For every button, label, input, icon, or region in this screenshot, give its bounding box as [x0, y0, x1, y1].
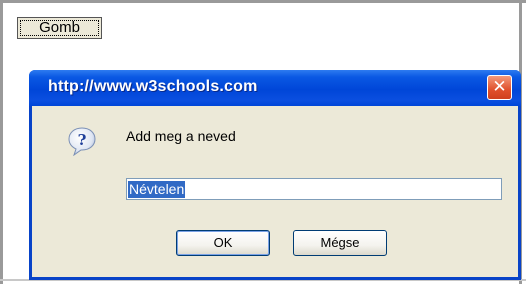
dialog-title: http://www.w3schools.com — [48, 78, 258, 95]
page-frame-top — [0, 0, 526, 3]
close-button[interactable]: ✕ — [487, 75, 512, 100]
question-icon: ? — [68, 127, 96, 156]
close-icon: ✕ — [492, 77, 507, 97]
gomb-button[interactable]: Gomb — [17, 17, 102, 39]
ok-button[interactable]: OK — [176, 230, 270, 256]
cancel-button[interactable]: Mégse — [293, 230, 387, 256]
dialog-body: ? Add meg a neved Névtelen OK Mégse — [32, 106, 518, 277]
name-input-value: Névtelen — [128, 181, 186, 198]
dialog-title-bar[interactable]: http://www.w3schools.com ✕ — [29, 70, 521, 106]
page-frame-left — [0, 0, 3, 284]
prompt-message: Add meg a neved — [126, 128, 236, 144]
prompt-dialog: http://www.w3schools.com ✕ ? Add meg a n… — [29, 70, 521, 280]
name-input[interactable]: Névtelen — [126, 178, 502, 200]
svg-text:?: ? — [78, 131, 87, 149]
